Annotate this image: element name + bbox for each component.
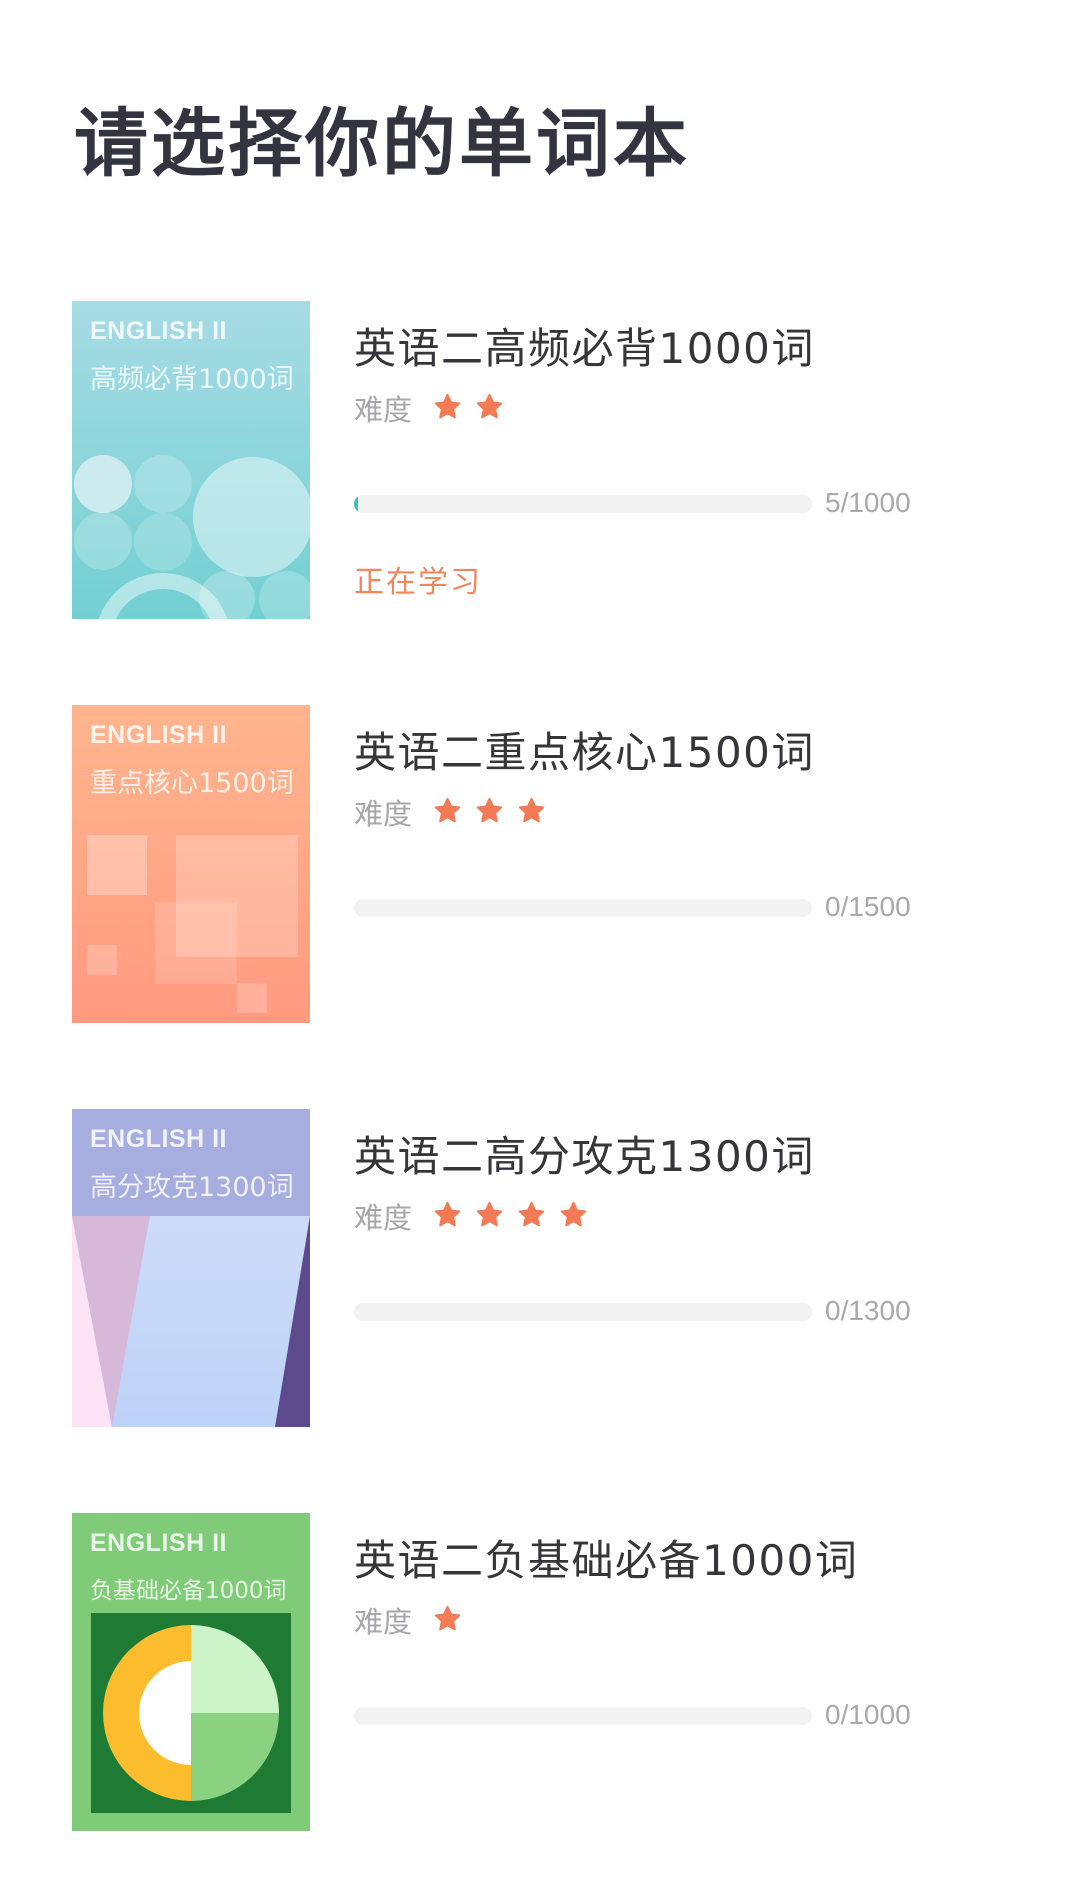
- cover-subtitle: 负基础必备1000词: [90, 1578, 287, 1604]
- progress-fill: [354, 495, 358, 513]
- wordbook-item-high-score[interactable]: ENGLISH II 高分攻克1300词 英语二高分攻克1300词 难度 0/1…: [72, 1109, 1032, 1427]
- star-icon: [476, 393, 503, 419]
- page-title: 请选择你的单词本: [74, 101, 690, 187]
- progress-bar: [354, 495, 812, 513]
- difficulty-label: 难度: [354, 393, 413, 427]
- book-cover[interactable]: ENGLISH II 重点核心1500词: [72, 705, 310, 1023]
- cover-english-label: ENGLISH II: [90, 721, 227, 749]
- difficulty-label: 难度: [354, 1605, 413, 1639]
- cover-english-label: ENGLISH II: [90, 317, 227, 345]
- wordbook-item-zero-basics[interactable]: ENGLISH II 负基础必备1000词 英语二负基础必备1000词 难度 0…: [72, 1513, 1032, 1831]
- book-cover[interactable]: ENGLISH II 高分攻克1300词: [72, 1109, 310, 1427]
- star-icon: [434, 797, 461, 823]
- cover-english-label: ENGLISH II: [90, 1125, 227, 1153]
- star-icon: [476, 797, 503, 823]
- difficulty-stars: [432, 1200, 589, 1230]
- difficulty-stars: [432, 796, 547, 826]
- cover-art: [72, 301, 310, 619]
- cover-english-label: ENGLISH II: [90, 1529, 227, 1557]
- book-title: 英语二高频必背1000词: [354, 324, 815, 373]
- difficulty-label: 难度: [354, 1201, 413, 1235]
- progress-bar: [354, 899, 812, 917]
- progress-bar: [354, 1707, 812, 1725]
- difficulty-stars: [432, 392, 505, 422]
- star-icon: [560, 1201, 587, 1227]
- cover-subtitle: 重点核心1500词: [90, 768, 294, 799]
- difficulty-stars: [432, 1604, 463, 1634]
- progress-count: 0/1500: [825, 891, 911, 922]
- book-cover[interactable]: ENGLISH II 负基础必备1000词: [72, 1513, 310, 1831]
- progress-count: 5/1000: [825, 487, 911, 518]
- book-title: 英语二高分攻克1300词: [354, 1132, 815, 1181]
- cover-art: [72, 1109, 310, 1427]
- progress-count: 0/1300: [825, 1295, 911, 1326]
- progress-count: 0/1000: [825, 1699, 911, 1730]
- book-title: 英语二重点核心1500词: [354, 728, 815, 777]
- difficulty-label: 难度: [354, 797, 413, 831]
- star-icon: [518, 1201, 545, 1227]
- star-icon: [434, 1605, 461, 1631]
- book-title: 英语二负基础必备1000词: [354, 1536, 859, 1585]
- cover-subtitle: 高分攻克1300词: [90, 1172, 294, 1203]
- wordbook-item-key-core[interactable]: ENGLISH II 重点核心1500词 英语二重点核心1500词 难度 0/1…: [72, 705, 1032, 1023]
- cover-art: [72, 705, 310, 1023]
- book-cover[interactable]: ENGLISH II 高频必背1000词: [72, 301, 310, 619]
- star-icon: [434, 393, 461, 419]
- status-learning: 正在学习: [354, 565, 482, 600]
- star-icon: [476, 1201, 503, 1227]
- cover-art: [72, 1513, 310, 1831]
- star-icon: [434, 1201, 461, 1227]
- wordbook-item-high-frequency[interactable]: ENGLISH II 高频必背1000词 英语二高频必背1000词 难度 5/1…: [72, 301, 1032, 619]
- progress-bar: [354, 1303, 812, 1321]
- star-icon: [518, 797, 545, 823]
- cover-subtitle: 高频必背1000词: [90, 364, 294, 395]
